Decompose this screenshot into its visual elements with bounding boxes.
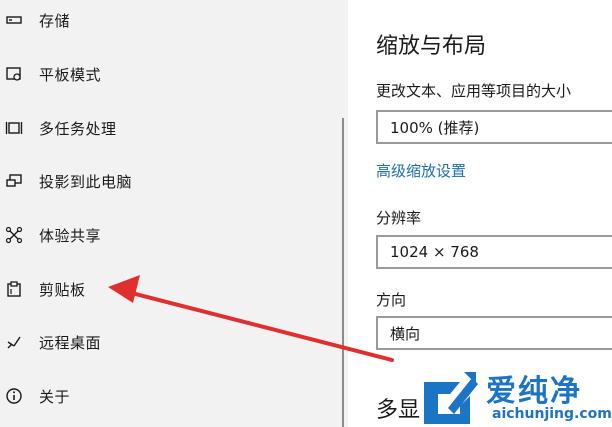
display-settings-panel: 缩放与布局 更改文本、应用等项目的大小 100% (推荐) 高级缩放设置 分辨率… <box>348 0 612 427</box>
sidebar-item-label: 多任务处理 <box>39 119 117 138</box>
sidebar-item-project-to-pc[interactable]: 投影到此电脑 <box>0 161 340 201</box>
sidebar-item-tablet-mode[interactable]: 平板模式 <box>0 54 340 94</box>
sidebar-item-multitasking[interactable]: 多任务处理 <box>0 108 340 148</box>
orientation-value: 横向 <box>390 324 421 343</box>
sidebar-item-label: 剪贴板 <box>39 280 86 299</box>
remote-desktop-icon <box>5 333 23 351</box>
orientation-dropdown[interactable]: 横向 <box>376 316 612 350</box>
advanced-scaling-link[interactable]: 高级缩放设置 <box>376 160 466 181</box>
watermark-brand: 爱纯净 <box>486 374 582 409</box>
sidebar-item-shared-experiences[interactable]: 体验共享 <box>0 215 340 255</box>
sidebar-item-label: 体验共享 <box>39 226 102 245</box>
sidebar-scrollbar[interactable] <box>342 118 344 427</box>
shared-experiences-icon <box>5 226 23 244</box>
sidebar-item-label: 平板模式 <box>39 65 102 84</box>
multiple-displays-title: 多显 <box>376 398 421 423</box>
tablet-mode-icon <box>5 65 23 83</box>
settings-sidebar: 存储 平板模式 多任务处理 投影到此电脑 体验共享 剪贴板 远程桌面 关于 <box>0 0 348 427</box>
site-watermark: 爱纯净 aichunjing.com <box>420 366 612 427</box>
multitasking-icon <box>5 119 23 137</box>
sidebar-item-label: 远程桌面 <box>39 333 102 352</box>
watermark-logo-icon <box>424 372 478 424</box>
resolution-label: 分辨率 <box>376 209 422 227</box>
resolution-dropdown[interactable]: 1024 × 768 <box>376 235 612 269</box>
scale-dropdown[interactable]: 100% (推荐) <box>376 110 612 144</box>
scale-value: 100% (推荐) <box>390 118 480 137</box>
orientation-label: 方向 <box>376 291 407 309</box>
sidebar-item-storage[interactable]: 存储 <box>0 0 340 40</box>
clipboard-icon <box>5 280 23 298</box>
watermark-url: aichunjing.com <box>492 406 612 422</box>
sidebar-item-label: 关于 <box>39 387 71 406</box>
sidebar-item-remote-desktop[interactable]: 远程桌面 <box>0 322 340 362</box>
sidebar-item-about[interactable]: 关于 <box>0 376 340 416</box>
storage-icon <box>5 11 23 29</box>
resolution-value: 1024 × 768 <box>390 243 479 261</box>
sidebar-item-label: 存储 <box>39 11 71 30</box>
info-icon <box>5 387 23 405</box>
project-to-pc-icon <box>5 172 23 190</box>
sidebar-item-label: 投影到此电脑 <box>39 172 133 191</box>
scale-label: 更改文本、应用等项目的大小 <box>376 82 572 100</box>
scale-layout-title: 缩放与布局 <box>376 34 487 59</box>
sidebar-item-clipboard[interactable]: 剪贴板 <box>0 269 340 309</box>
